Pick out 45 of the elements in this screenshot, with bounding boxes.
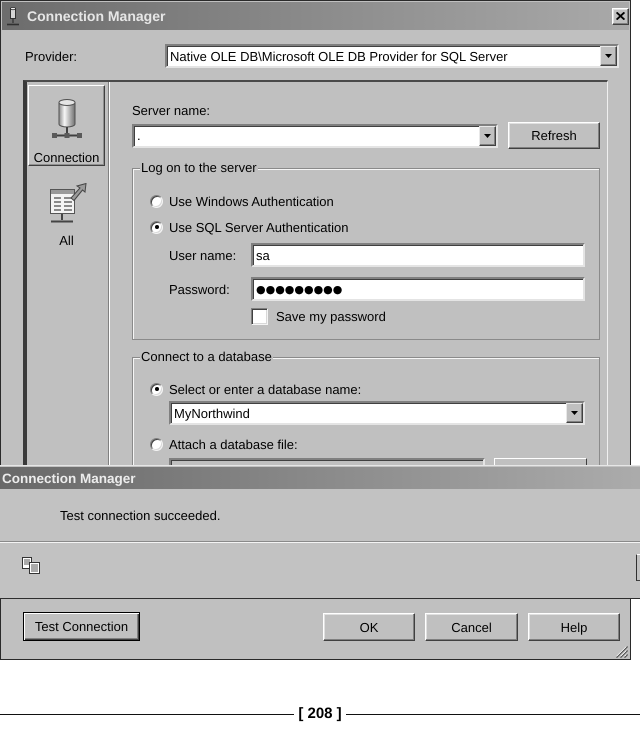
server-name-label: Server name: [132,104,210,118]
dropdown-button[interactable] [600,46,617,66]
radio-label: Use Windows Authentication [169,194,334,208]
dropdown-button[interactable] [479,126,496,146]
sidebar-item[interactable]: All [28,170,105,251]
user-name-label: User name: [169,248,238,262]
server-name-dropdown[interactable]: . [132,124,498,148]
radio-button[interactable] [150,194,163,208]
radio-button[interactable] [150,220,163,234]
provider-dropdown[interactable]: Native OLE DB\Microsoft OLE DB Provider for SQL Server [165,44,619,68]
ok-button[interactable]: OK [323,613,415,641]
close-button[interactable] [612,8,629,24]
dropdown-button[interactable] [566,403,583,423]
test-connection-button[interactable]: Test Connection [23,612,140,641]
radio-label: Use SQL Server Authentication [169,220,348,234]
caret-icon [605,54,612,58]
page-number: [ 208 ] [297,704,343,724]
resize-grip[interactable] [616,646,628,658]
documents-icon [22,557,40,574]
radio-label: Attach a database file: [169,436,298,452]
provider-label: Provider: [25,48,78,64]
partial-button[interactable] [636,554,640,581]
help-button[interactable]: Help [528,613,620,641]
checkbox[interactable] [251,308,268,325]
sidebar-item[interactable]: Connection [28,85,105,166]
password-field[interactable]: ●●●●●●●●● [251,277,585,301]
message-box-title: Connection Manager [2,470,136,486]
cancel-button[interactable]: Cancel [425,613,518,641]
checkbox-label: Save my password [276,309,386,324]
group-title: Log on to the server [140,160,258,176]
radio-button[interactable] [150,438,163,450]
window-title: Connection Manager [27,8,166,24]
radio-button[interactable] [150,382,163,396]
refresh-button[interactable]: Refresh [508,122,600,149]
radio-label: Select or enter a database name: [169,382,362,396]
password-label: Password: [169,282,231,296]
user-name-field[interactable]: sa [251,243,585,267]
database-icon [7,6,19,26]
caret-icon [484,134,491,138]
database-icon [52,98,82,140]
close-icon [616,12,625,20]
file-path-field[interactable] [169,458,485,465]
database-dropdown[interactable]: MyNorthwind [169,401,585,425]
message-text: Test connection succeeded. [60,508,220,522]
caret-icon [571,411,578,415]
